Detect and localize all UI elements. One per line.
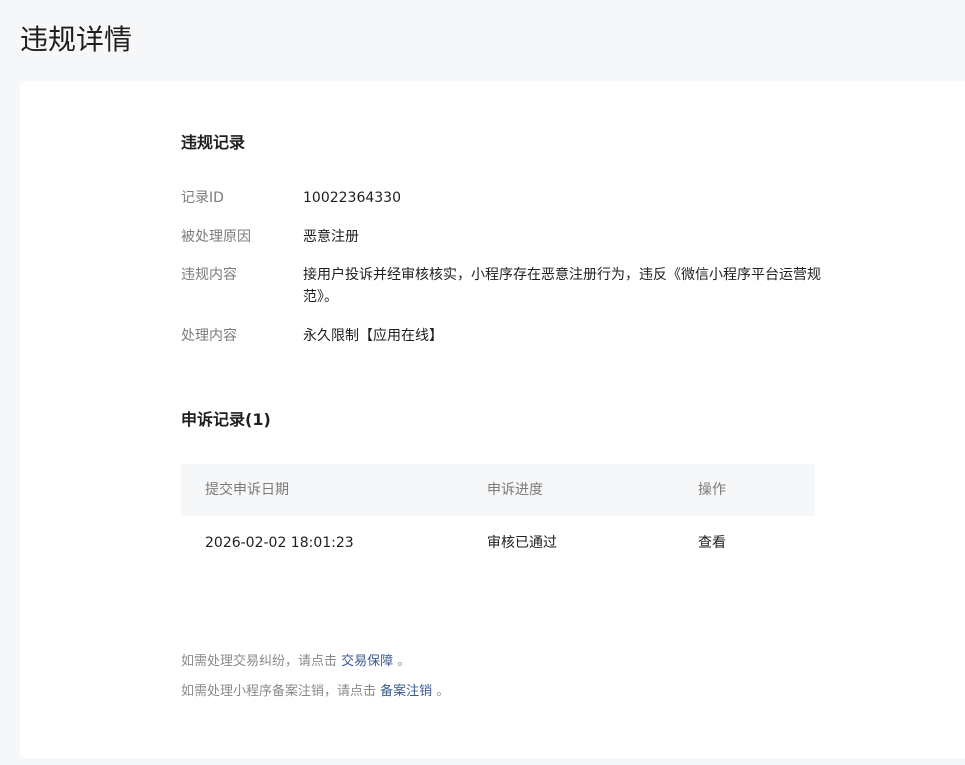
info-row-reason: 被处理原因 恶意注册 — [181, 226, 841, 248]
appeal-table-header: 提交申诉日期 申诉进度 操作 — [181, 464, 815, 516]
reason-value: 恶意注册 — [303, 229, 359, 245]
reason-label: 被处理原因 — [181, 229, 251, 245]
handling-value: 永久限制【应用在线】 — [303, 328, 443, 344]
appeal-status: 审核已通过 — [487, 535, 557, 551]
info-row-violation-content: 违规内容 接用户投诉并经审核核实，小程序存在恶意注册行为，违反《微信小程序平台运… — [181, 264, 841, 308]
violation-detail-card: 违规记录 记录ID 10022364330 被处理原因 恶意注册 违规内容 接用… — [20, 81, 965, 758]
violation-record-title: 违规记录 — [181, 133, 246, 152]
column-header-action: 操作 — [698, 482, 726, 498]
appeal-date: 2026-02-02 18:01:23 — [205, 535, 354, 551]
filing-cancel-text: 如需处理小程序备案注销，请点击 — [181, 684, 377, 699]
record-id-label: 记录ID — [181, 190, 224, 206]
column-header-date: 提交申诉日期 — [205, 482, 289, 498]
filing-cancel-link[interactable]: 备案注销 — [380, 684, 432, 699]
trade-protection-link[interactable]: 交易保障 — [341, 654, 393, 669]
view-appeal-link[interactable]: 查看 — [698, 516, 726, 570]
info-row-record-id: 记录ID 10022364330 — [181, 187, 841, 209]
filing-cancel-note: 如需处理小程序备案注销，请点击 备案注销 。 — [181, 682, 449, 702]
appeal-record-title: 申诉记录(1) — [181, 410, 271, 429]
appeal-table: 提交申诉日期 申诉进度 操作 2026-02-02 18:01:23 审核已通过… — [181, 464, 815, 570]
page-title: 违规详情 — [20, 23, 133, 56]
handling-label: 处理内容 — [181, 328, 237, 344]
trade-dispute-suffix: 。 — [397, 654, 411, 669]
trade-dispute-text: 如需处理交易纠纷，请点击 — [181, 654, 338, 669]
table-row: 2026-02-02 18:01:23 审核已通过 查看 — [181, 516, 815, 570]
filing-cancel-suffix: 。 — [436, 684, 450, 699]
violation-content-label: 违规内容 — [181, 267, 237, 283]
info-row-handling: 处理内容 永久限制【应用在线】 — [181, 325, 841, 347]
column-header-status: 申诉进度 — [487, 482, 543, 498]
violation-content-value: 接用户投诉并经审核核实，小程序存在恶意注册行为，违反《微信小程序平台运营规范》。 — [303, 267, 821, 305]
record-id-value: 10022364330 — [303, 190, 401, 206]
trade-dispute-note: 如需处理交易纠纷，请点击 交易保障 。 — [181, 652, 410, 672]
